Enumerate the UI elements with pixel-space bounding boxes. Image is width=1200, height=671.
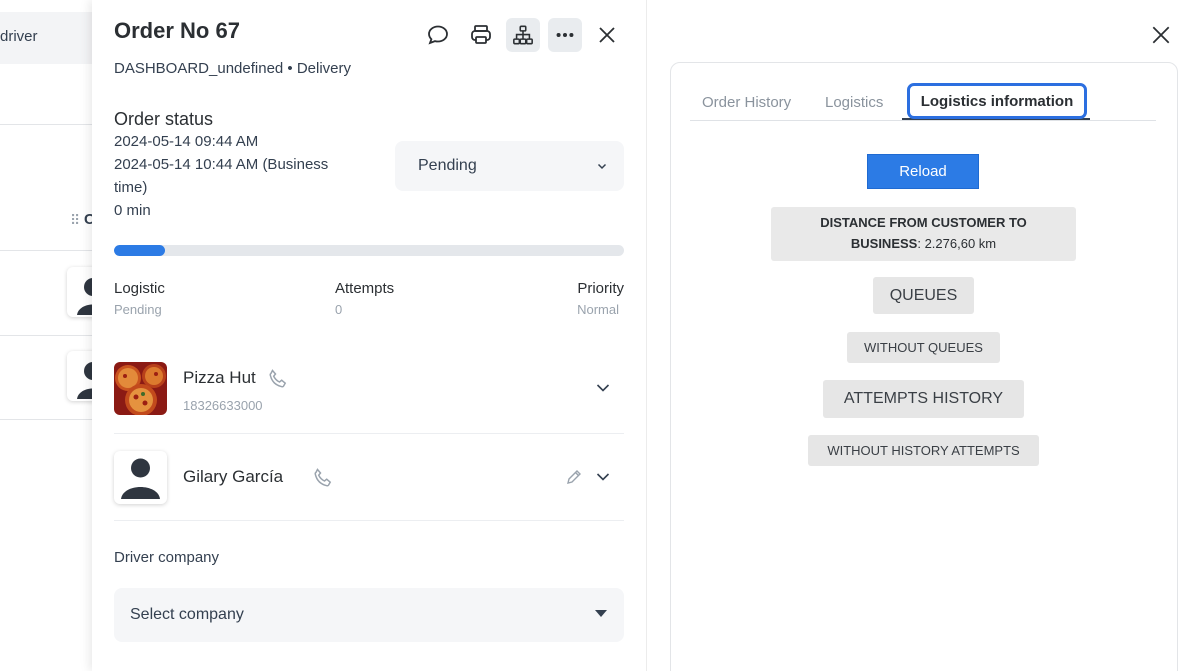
phone-icon[interactable] [266, 367, 290, 396]
order-progress-fill [114, 245, 165, 256]
business-logo [114, 362, 167, 415]
tabs-divider [690, 120, 1156, 121]
chat-icon[interactable] [421, 18, 455, 52]
business-phone: 18326633000 [183, 398, 263, 413]
logistic-meta: Logistic Pending [114, 280, 165, 317]
chevron-down-icon[interactable] [595, 380, 611, 401]
business-time: 2024-05-14 10:44 AM (Business [114, 156, 329, 173]
sitemap-icon[interactable] [506, 18, 540, 52]
close-icon[interactable] [1150, 24, 1172, 51]
queues-button[interactable]: QUEUES [873, 277, 974, 314]
distance-value: : 2.276,60 km [917, 236, 997, 251]
logistic-label: Logistic [114, 280, 165, 297]
priority-label: Priority [577, 280, 624, 297]
priority-value: Normal [577, 302, 619, 317]
customer-avatar [114, 451, 167, 504]
divider [114, 433, 624, 434]
distance-label: DISTANCE FROM CUSTOMER TO [820, 215, 1027, 230]
drag-handle-icon[interactable]: ⠿ [70, 212, 80, 229]
chevron-down-icon [596, 159, 608, 177]
order-status-title: Order status [114, 109, 214, 129]
attempts-history-button[interactable]: ATTEMPTS HISTORY [823, 380, 1024, 418]
close-icon[interactable] [590, 18, 624, 52]
priority-meta: Priority Normal [559, 280, 624, 317]
chevron-down-icon[interactable] [595, 469, 611, 490]
tab-order-history[interactable]: Order History [702, 94, 791, 111]
business-time: time) [114, 179, 148, 196]
tab-logistics-information[interactable]: Logistics information [907, 83, 1087, 119]
driver-company-placeholder: Select company [130, 606, 244, 623]
logistic-value: Pending [114, 302, 162, 317]
elapsed-time: 0 min [114, 202, 151, 219]
background-page: driver ⠿ C [0, 0, 107, 671]
driver-company-select[interactable]: Select company [114, 588, 624, 642]
divider [114, 520, 624, 521]
background-header-text: driver [0, 28, 38, 45]
order-status-value: Pending [418, 157, 477, 174]
customer-name: Gilary García [183, 467, 284, 486]
order-status-select[interactable]: Pending [395, 141, 624, 191]
without-queues-button[interactable]: WITHOUT QUEUES [847, 332, 1000, 363]
order-title: Order No 67 [114, 18, 240, 43]
background-divider [0, 335, 92, 336]
attempts-value: 0 [335, 302, 343, 317]
attempts-meta: Attempts 0 [335, 280, 394, 317]
order-subtitle: DASHBOARD_undefined • Delivery [114, 60, 352, 77]
tab-logistics[interactable]: Logistics [825, 94, 883, 111]
distance-info: DISTANCE FROM CUSTOMER TO BUSINESS: 2.27… [771, 207, 1076, 261]
without-history-attempts-button[interactable]: WITHOUT HISTORY ATTEMPTS [808, 435, 1039, 466]
order-progress-bar [114, 245, 624, 256]
more-icon[interactable] [548, 18, 582, 52]
driver-company-label: Driver company [114, 549, 220, 566]
business-name: Pizza Hut [183, 368, 256, 387]
reload-button[interactable]: Reload [867, 154, 979, 189]
printer-icon[interactable] [464, 18, 498, 52]
attempts-label: Attempts [335, 280, 395, 297]
background-divider [0, 124, 92, 125]
background-divider [0, 250, 92, 251]
background-divider [0, 419, 92, 420]
caret-down-icon [595, 610, 607, 617]
distance-label: BUSINESS [850, 236, 918, 251]
created-date: 2024-05-14 09:44 AM [114, 133, 259, 150]
order-details-panel: Order No 67 DASHBOARD_undefined • Delive… [92, 0, 647, 671]
phone-icon[interactable] [311, 466, 335, 495]
pencil-icon[interactable] [565, 468, 583, 491]
